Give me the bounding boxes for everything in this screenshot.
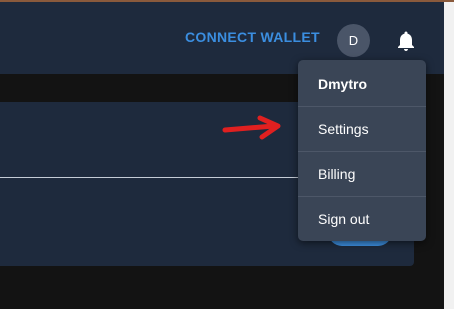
- menu-item-billing[interactable]: Billing: [298, 152, 426, 196]
- red-arrow-icon: [222, 115, 284, 143]
- card-divider: [0, 177, 298, 178]
- app-window: CONNECT WALLET D Dmytro Settings Billing…: [0, 0, 454, 309]
- connect-wallet-button[interactable]: CONNECT WALLET: [185, 29, 320, 45]
- menu-item-settings[interactable]: Settings: [298, 107, 426, 151]
- bell-icon[interactable]: [394, 29, 418, 53]
- user-dropdown-menu: Dmytro Settings Billing Sign out: [298, 60, 426, 241]
- menu-user-name: Dmytro: [318, 76, 368, 92]
- menu-item-sign-out[interactable]: Sign out: [298, 197, 426, 241]
- page-scrollbar[interactable]: [444, 2, 454, 309]
- user-avatar-button[interactable]: D: [337, 24, 370, 57]
